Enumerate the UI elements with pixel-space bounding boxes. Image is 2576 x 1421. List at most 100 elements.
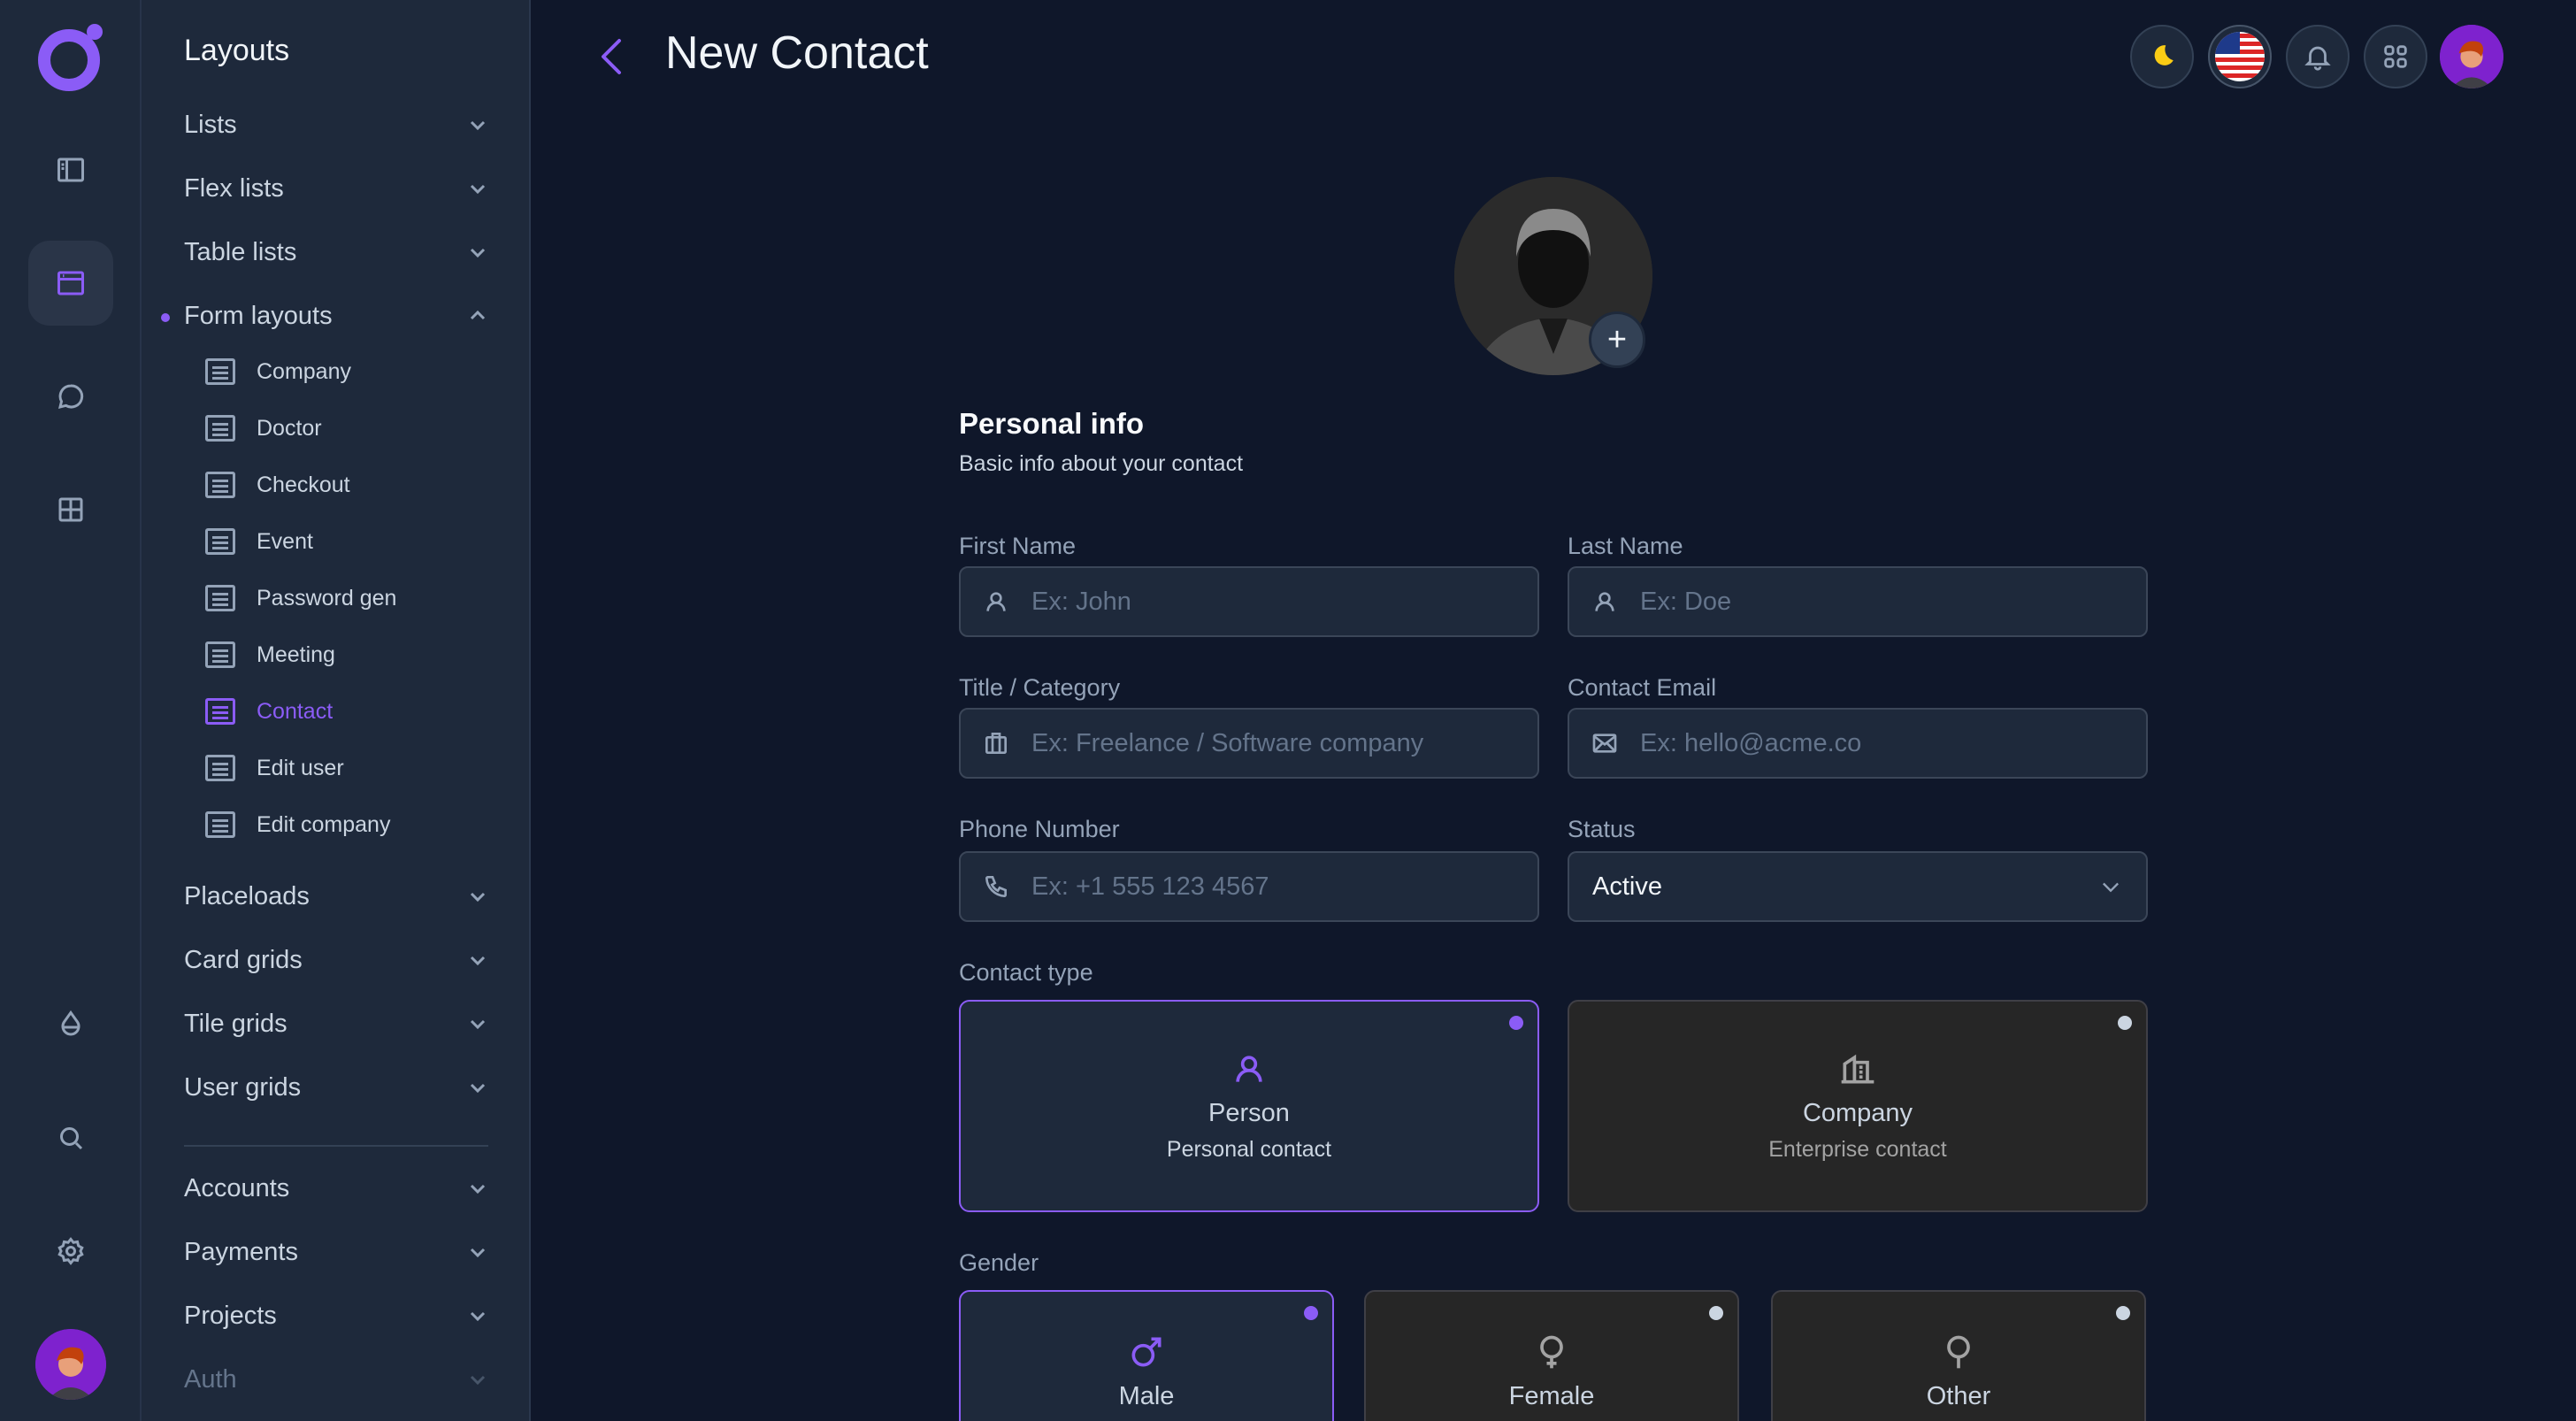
contact-type-company-option[interactable]: Company Enterprise contact [1568, 1000, 2148, 1212]
chevron-down-icon [470, 1083, 486, 1094]
header-user-avatar[interactable] [2440, 25, 2503, 88]
menu-group-accounts[interactable]: Accounts [184, 1166, 488, 1210]
male-symbol-icon [1131, 1337, 1162, 1367]
chevron-up-icon [470, 310, 486, 320]
chat-icon [58, 384, 84, 410]
contact-type-label: Contact type [959, 959, 1093, 986]
last-name-field [1568, 566, 2148, 637]
apps-button[interactable] [2364, 25, 2427, 88]
chevron-down-icon [470, 248, 486, 258]
menu-group-flex-lists[interactable]: Flex lists [184, 166, 488, 211]
submenu-item-checkout[interactable]: Checkout [205, 465, 350, 504]
menu-group-form-layouts[interactable]: Form layouts [184, 294, 488, 338]
title-category-label: Title / Category [959, 674, 1121, 701]
mail-icon [1592, 734, 1617, 753]
moon-icon [2154, 45, 2174, 65]
submenu-item-edit-user[interactable]: Edit user [205, 749, 344, 787]
gender-female-option[interactable]: Female [1364, 1290, 1739, 1421]
sidebar-toggle-button[interactable] [28, 127, 113, 212]
notifications-button[interactable] [2286, 25, 2350, 88]
document-icon [205, 472, 235, 498]
submenu-item-password-gen[interactable]: Password gen [205, 579, 396, 618]
rail-theme-button[interactable] [28, 982, 113, 1067]
chevron-down-icon [470, 1184, 486, 1194]
contact-type-person-option[interactable]: Person Personal contact [959, 1000, 1539, 1212]
status-select[interactable]: Active [1568, 851, 2148, 922]
layout-icon [58, 271, 84, 296]
menu-group-placeloads[interactable]: Placeloads [184, 874, 488, 918]
unselected-indicator [1709, 1306, 1723, 1320]
active-group-indicator [161, 313, 170, 322]
unselected-indicator [2118, 1016, 2132, 1030]
phone-number-field [959, 851, 1539, 922]
submenu-item-doctor[interactable]: Doctor [205, 409, 322, 448]
menu-group-user-grids[interactable]: User grids [184, 1065, 488, 1110]
chevron-down-icon [470, 1311, 486, 1322]
document-icon [205, 358, 235, 385]
gender-male-option[interactable]: Male [959, 1290, 1334, 1421]
menu-group-payments[interactable]: Payments [184, 1230, 488, 1274]
menu-group-card-grids[interactable]: Card grids [184, 938, 488, 982]
user-avatar[interactable] [35, 1329, 106, 1400]
layouts-menu: Layouts Lists Flex lists Table lists For… [142, 0, 531, 1421]
submenu-item-edit-company[interactable]: Edit company [205, 805, 390, 844]
language-button[interactable] [2208, 25, 2272, 88]
chevron-down-icon [470, 956, 486, 966]
page-title: New Contact [665, 27, 929, 79]
user-icon [986, 592, 1006, 611]
menu-group-projects[interactable]: Projects [184, 1294, 488, 1338]
bell-icon [2304, 46, 2331, 71]
submenu-item-event[interactable]: Event [205, 522, 313, 561]
menu-group-lists[interactable]: Lists [184, 103, 488, 147]
phone-number-label: Phone Number [959, 816, 1120, 842]
section-subtitle: Basic info about your contact [959, 451, 1244, 476]
submenu-item-meeting[interactable]: Meeting [205, 635, 335, 674]
rail-settings-button[interactable] [28, 1209, 113, 1294]
chevron-down-icon [470, 184, 486, 195]
status-selected-value: Active [1592, 872, 1662, 901]
selected-indicator [1304, 1306, 1318, 1320]
first-name-input[interactable] [1031, 587, 1537, 617]
document-icon [205, 415, 235, 442]
back-arrow-icon[interactable] [594, 35, 626, 78]
header-avatar-image [2440, 25, 2503, 88]
menu-group-tile-grids[interactable]: Tile grids [184, 1002, 488, 1046]
contact-email-input[interactable] [1640, 728, 2146, 758]
last-name-input[interactable] [1640, 587, 2146, 617]
gear-icon [58, 1237, 84, 1265]
gender-other-option[interactable]: Other [1771, 1290, 2146, 1421]
document-icon [205, 585, 235, 611]
menu-group-table-lists[interactable]: Table lists [184, 230, 488, 274]
selected-indicator [1509, 1016, 1523, 1030]
document-icon [205, 811, 235, 838]
female-symbol-icon [1540, 1335, 1563, 1369]
document-icon [205, 698, 235, 725]
add-photo-button[interactable]: + [1589, 311, 1645, 368]
contact-email-field [1568, 708, 2148, 779]
document-icon [205, 755, 235, 781]
title-category-input[interactable] [1031, 728, 1537, 758]
grid-icon [58, 497, 83, 522]
menu-divider [184, 1145, 488, 1147]
briefcase-icon [985, 733, 1007, 754]
chevron-down-icon [470, 1248, 486, 1258]
app-logo[interactable] [34, 19, 108, 94]
section-title: Personal info [959, 407, 1145, 440]
rail-dashboard-button[interactable] [28, 467, 113, 552]
phone-number-input[interactable] [1031, 872, 1537, 902]
rail-messages-button[interactable] [28, 354, 113, 439]
submenu-item-contact[interactable]: Contact [205, 692, 333, 731]
theme-toggle-button[interactable] [2130, 25, 2194, 88]
gender-label: Gender [959, 1249, 1039, 1276]
title-category-field [959, 708, 1539, 779]
submenu-item-company[interactable]: Company [205, 352, 351, 391]
apps-grid-icon [2384, 45, 2407, 68]
chevron-down-icon [470, 892, 486, 903]
menu-group-auth[interactable]: Auth [184, 1357, 488, 1402]
last-name-label: Last Name [1568, 533, 1683, 559]
first-name-field [959, 566, 1539, 637]
search-icon [60, 1127, 83, 1150]
rail-search-button[interactable] [28, 1095, 113, 1180]
phone-icon [985, 876, 1007, 898]
rail-layouts-button[interactable] [28, 241, 113, 326]
